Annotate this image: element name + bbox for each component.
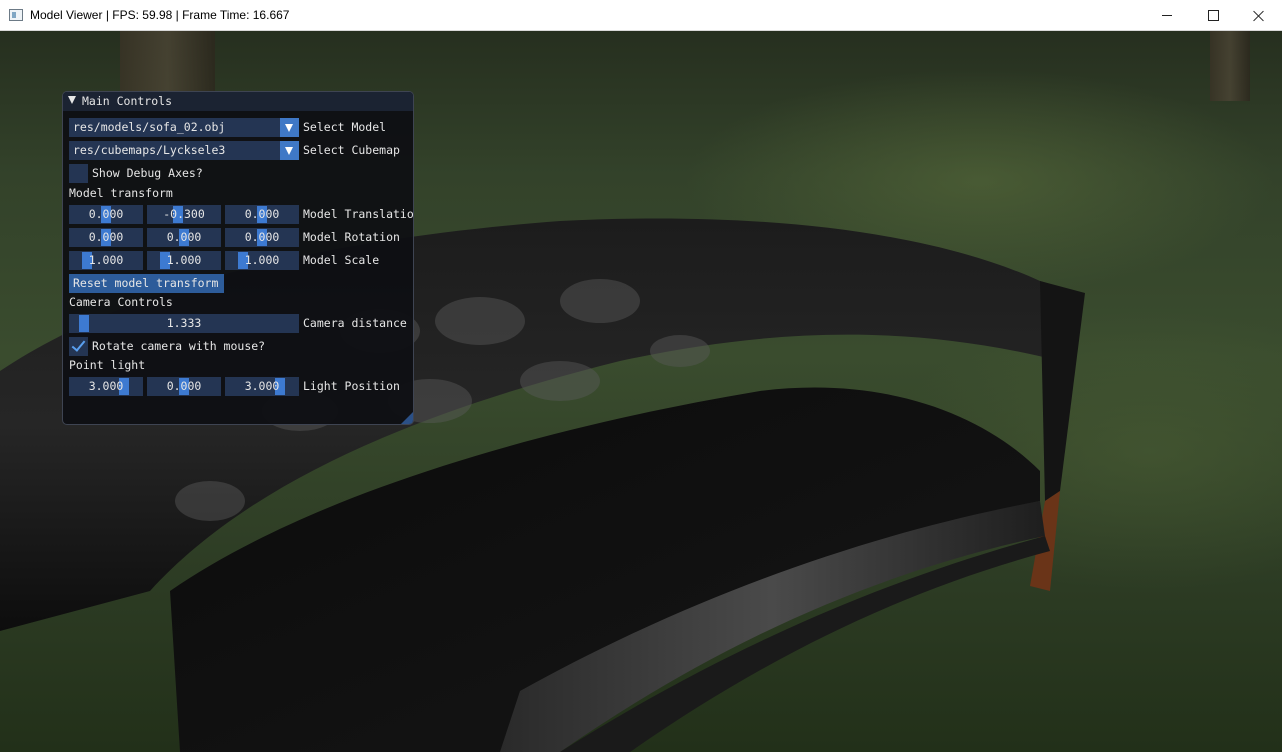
- cubemap-select-combo[interactable]: res/cubemaps/Lycksele3: [69, 141, 299, 160]
- cubemap-select-label: Select Cubemap: [303, 143, 400, 157]
- window-title: Model Viewer | FPS: 59.98 | Frame Time: …: [30, 8, 290, 22]
- model-select-label: Select Model: [303, 120, 387, 134]
- slider-value: 0.000: [88, 207, 124, 221]
- slider-value: 3.000: [244, 379, 280, 393]
- dropdown-arrow-icon: [285, 147, 293, 155]
- slider-value: 0.000: [88, 230, 124, 244]
- scale-x-slider[interactable]: 1.000: [69, 251, 143, 270]
- model-transform-header: Model transform: [69, 186, 173, 200]
- translation-y-slider[interactable]: -0.300: [147, 205, 221, 224]
- maximize-button[interactable]: [1190, 0, 1236, 31]
- model-select-value: res/models/sofa_02.obj: [73, 120, 226, 134]
- rotation-label: Model Rotation: [303, 230, 400, 244]
- minimize-icon: [1162, 15, 1172, 16]
- close-button[interactable]: [1236, 0, 1282, 31]
- camera-distance-label: Camera distance: [303, 316, 407, 330]
- slider-value: 3.000: [88, 379, 124, 393]
- camera-controls-header: Camera Controls: [69, 295, 173, 309]
- translation-label: Model Translatio: [303, 207, 414, 221]
- scale-y-slider[interactable]: 1.000: [147, 251, 221, 270]
- debug-axes-label: Show Debug Axes?: [92, 166, 203, 180]
- rotation-y-slider[interactable]: 0.000: [147, 228, 221, 247]
- slider-value: 1.333: [166, 316, 202, 330]
- scale-z-slider[interactable]: 1.000: [225, 251, 299, 270]
- scale-label: Model Scale: [303, 253, 380, 267]
- rotate-camera-checkbox[interactable]: [69, 337, 88, 356]
- point-light-header: Point light: [69, 358, 146, 372]
- app-window-icon: [9, 9, 23, 21]
- camera-distance-slider[interactable]: 1.333: [69, 314, 299, 333]
- light-position-label: Light Position: [303, 379, 400, 393]
- slider-value: 0.000: [244, 207, 280, 221]
- resize-grip-icon[interactable]: [401, 412, 413, 424]
- debug-axes-checkbox[interactable]: [69, 164, 88, 183]
- dropdown-arrow-icon: [285, 124, 293, 132]
- light-x-slider[interactable]: 3.000: [69, 377, 143, 396]
- main-controls-panel[interactable]: Main Controls res/models/sofa_02.obj Sel…: [62, 91, 414, 425]
- slider-value: 0.000: [166, 230, 202, 244]
- translation-z-slider[interactable]: 0.000: [225, 205, 299, 224]
- checkmark-icon: [71, 337, 86, 352]
- cubemap-select-value: res/cubemaps/Lycksele3: [73, 143, 226, 157]
- title-bar[interactable]: Model Viewer | FPS: 59.98 | Frame Time: …: [0, 0, 1282, 31]
- reset-transform-label: Reset model transform: [73, 276, 219, 290]
- rotate-camera-label: Rotate camera with mouse?: [92, 339, 266, 353]
- collapse-arrow-icon[interactable]: [68, 96, 76, 104]
- light-z-slider[interactable]: 3.000: [225, 377, 299, 396]
- slider-value: 1.000: [166, 253, 202, 267]
- slider-value: 1.000: [244, 253, 280, 267]
- model-select-combo[interactable]: res/models/sofa_02.obj: [69, 118, 299, 137]
- panel-header[interactable]: Main Controls: [63, 92, 413, 111]
- slider-value: 0.000: [244, 230, 280, 244]
- rotation-z-slider[interactable]: 0.000: [225, 228, 299, 247]
- translation-x-slider[interactable]: 0.000: [69, 205, 143, 224]
- panel-title: Main Controls: [82, 94, 173, 108]
- minimize-button[interactable]: [1144, 0, 1190, 31]
- combo-dropdown-button[interactable]: [280, 118, 299, 137]
- combo-dropdown-button[interactable]: [280, 141, 299, 160]
- reset-transform-button[interactable]: Reset model transform: [69, 274, 224, 293]
- light-y-slider[interactable]: 0.000: [147, 377, 221, 396]
- close-icon: [1253, 10, 1265, 22]
- slider-value: 1.000: [88, 253, 124, 267]
- maximize-icon: [1207, 10, 1219, 21]
- slider-value: -0.300: [163, 207, 205, 221]
- rotation-x-slider[interactable]: 0.000: [69, 228, 143, 247]
- slider-value: 0.000: [166, 379, 202, 393]
